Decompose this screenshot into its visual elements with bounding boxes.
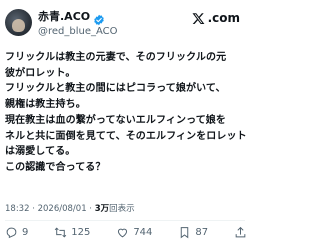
x-logo-text: .com [207, 11, 240, 25]
reply-icon [6, 227, 17, 239]
tweet-line: 現在教主は血の繋がってないエルフィンって娘を [5, 114, 226, 126]
retweet-icon [55, 227, 67, 238]
like-button[interactable]: 744 [116, 226, 152, 239]
meta-separator: · [86, 204, 95, 214]
tweet-line: 彼がロレット。 [5, 67, 76, 79]
views-count: 3万 [94, 204, 110, 214]
divider [5, 220, 245, 221]
retweet-count: 125 [71, 227, 91, 238]
author-handle[interactable]: @red_blue_ACO [38, 25, 118, 38]
reply-button[interactable]: 9 [5, 226, 28, 239]
retweet-button[interactable]: 125 [54, 226, 90, 239]
tweet-text: フリックルは教主の元妻で、そのフリックルの元 彼がロレット。 フリックルと教主の… [5, 50, 247, 176]
views-label: 回表示 [109, 204, 135, 214]
bookmark-count: 87 [195, 227, 209, 238]
bookmark-icon [181, 227, 189, 239]
share-icon [235, 226, 246, 238]
avatar[interactable] [5, 9, 32, 36]
meta-separator: · [29, 204, 38, 214]
tweet-date[interactable]: 2026/08/01 [38, 204, 87, 214]
tweet-meta: 18:32 · 2026/08/01 · 3万回表示 [5, 204, 135, 215]
x-brand-icon [192, 13, 204, 25]
heart-icon [118, 228, 128, 238]
bookmark-button[interactable]: 87 [178, 226, 208, 239]
author-name-row: 赤青.ACO [38, 10, 105, 26]
tweet-line: この認識で合ってる？ [5, 161, 106, 173]
x-logo[interactable]: .com [192, 12, 240, 25]
tweet-line: は溺愛してる。 [5, 146, 76, 158]
tweet-card: 赤青.ACO @red_blue_ACO .com フリックルは教主の元妻で、そ… [0, 0, 250, 247]
author-display-name[interactable]: 赤青.ACO [38, 10, 90, 24]
tweet-line: フリックルと教主の間にはピコラって娘がいて、 [5, 83, 226, 95]
action-bar: 9 125 744 87 [5, 226, 247, 239]
tweet-time[interactable]: 18:32 [5, 204, 30, 214]
share-button[interactable] [234, 226, 247, 239]
reply-count: 9 [22, 227, 29, 238]
tweet-line: フリックルは教主の元妻で、そのフリックルの元 [5, 52, 227, 63]
like-count: 744 [133, 227, 153, 238]
tweet-line: 親権は教主持ち。 [5, 99, 86, 111]
verified-badge-icon [93, 11, 105, 26]
tweet-line: ネルと共に面倒を見てて、そのエルフィンをロレット [5, 130, 247, 142]
